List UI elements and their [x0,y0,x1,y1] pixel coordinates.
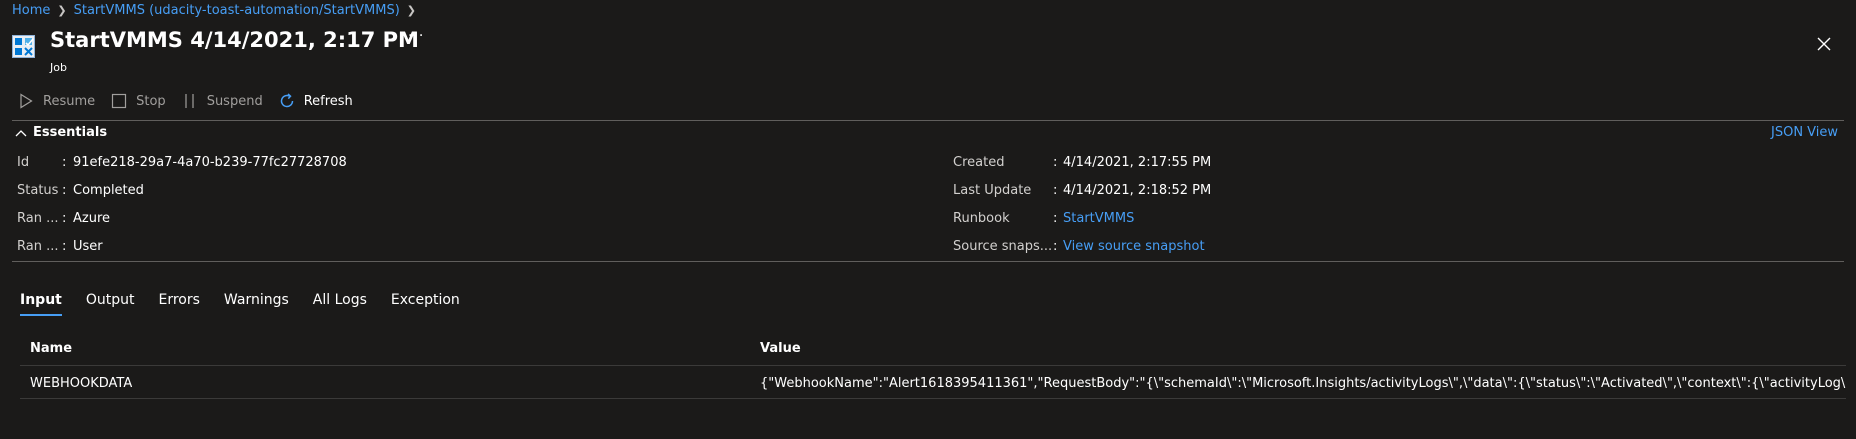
tab-exception[interactable]: Exception [391,292,460,316]
tab-input[interactable]: Input [20,292,62,316]
json-view-link[interactable]: JSON View [1771,125,1838,140]
tab-warnings[interactable]: Warnings [224,292,289,316]
separator: : [62,211,67,226]
tab-errors[interactable]: Errors [159,292,200,316]
job-icon [12,35,35,58]
page-title: StartVMMS 4/14/2021, 2:17 PM [50,28,419,52]
stop-label: Stop [136,93,166,109]
breadcrumb: Home ❯ StartVMMS (udacity-toast-automati… [12,3,416,18]
property-label-source-snapshot: Source snaps... [953,239,1053,254]
page-subtitle: Job [50,61,67,74]
resume-label: Resume [43,93,96,109]
separator: : [1053,183,1058,198]
separator: : [62,239,67,254]
column-header-value[interactable]: Value [760,341,801,356]
property-value-id: 91efe218-29a7-4a70-b239-77fc27728708 [73,155,347,170]
chevron-right-icon: ❯ [57,4,67,17]
separator: : [1053,239,1058,254]
property-label-ran-by: Ran ... [17,239,59,254]
property-label-status: Status [17,183,59,198]
stop-icon [112,93,127,109]
play-icon [20,93,33,109]
runbook-link[interactable]: StartVMMS [1063,211,1134,226]
property-value-created: 4/14/2021, 2:17:55 PM [1063,155,1212,170]
chevron-right-icon: ❯ [406,4,416,17]
breadcrumb-home-link[interactable]: Home [12,3,50,18]
essentials-toggle[interactable]: Essentials [15,125,107,140]
header-divider [20,365,1846,366]
row-divider [20,398,1846,399]
divider [12,261,1844,262]
essentials-heading: Essentials [33,125,108,140]
suspend-button[interactable]: Suspend [182,93,263,109]
property-value-ran-on: Azure [73,211,111,226]
chevron-up-icon [15,129,27,136]
refresh-button[interactable]: Refresh [279,93,353,109]
divider [12,120,1844,121]
property-label-last-update: Last Update [953,183,1032,198]
property-value-last-update: 4/14/2021, 2:18:52 PM [1063,183,1212,198]
resume-button[interactable]: Resume [18,93,95,109]
separator: : [1053,155,1058,170]
tab-all-logs[interactable]: All Logs [313,292,367,316]
property-label-runbook: Runbook [953,211,1010,226]
view-source-snapshot-link[interactable]: View source snapshot [1063,239,1205,254]
property-value-ran-by: User [73,239,103,254]
suspend-label: Suspend [206,93,263,109]
property-label-id: Id [17,155,30,170]
refresh-label: Refresh [303,93,353,109]
separator: : [62,155,67,170]
stop-button[interactable]: Stop [111,93,166,109]
separator: : [1053,211,1058,226]
property-value-status: Completed [73,183,144,198]
table-row-value: {"WebhookName":"Alert1618395411361","Req… [760,376,1846,391]
table-row-name: WEBHOOKDATA [30,376,133,391]
property-label-created: Created [953,155,1005,170]
column-header-name[interactable]: Name [30,341,72,356]
more-options-button[interactable]: ··· [408,28,424,44]
tab-output[interactable]: Output [86,292,135,316]
close-icon[interactable] [1816,36,1832,52]
output-tabs: Input Output Errors Warnings All Logs Ex… [20,292,484,316]
toolbar: Resume Stop Suspend Refresh [18,93,369,109]
breadcrumb-runbook-link[interactable]: StartVMMS (udacity-toast-automation/Star… [74,3,400,18]
pause-icon [185,94,194,108]
property-label-ran-on: Ran ... [17,211,59,226]
refresh-icon [280,93,293,108]
separator: : [62,183,67,198]
